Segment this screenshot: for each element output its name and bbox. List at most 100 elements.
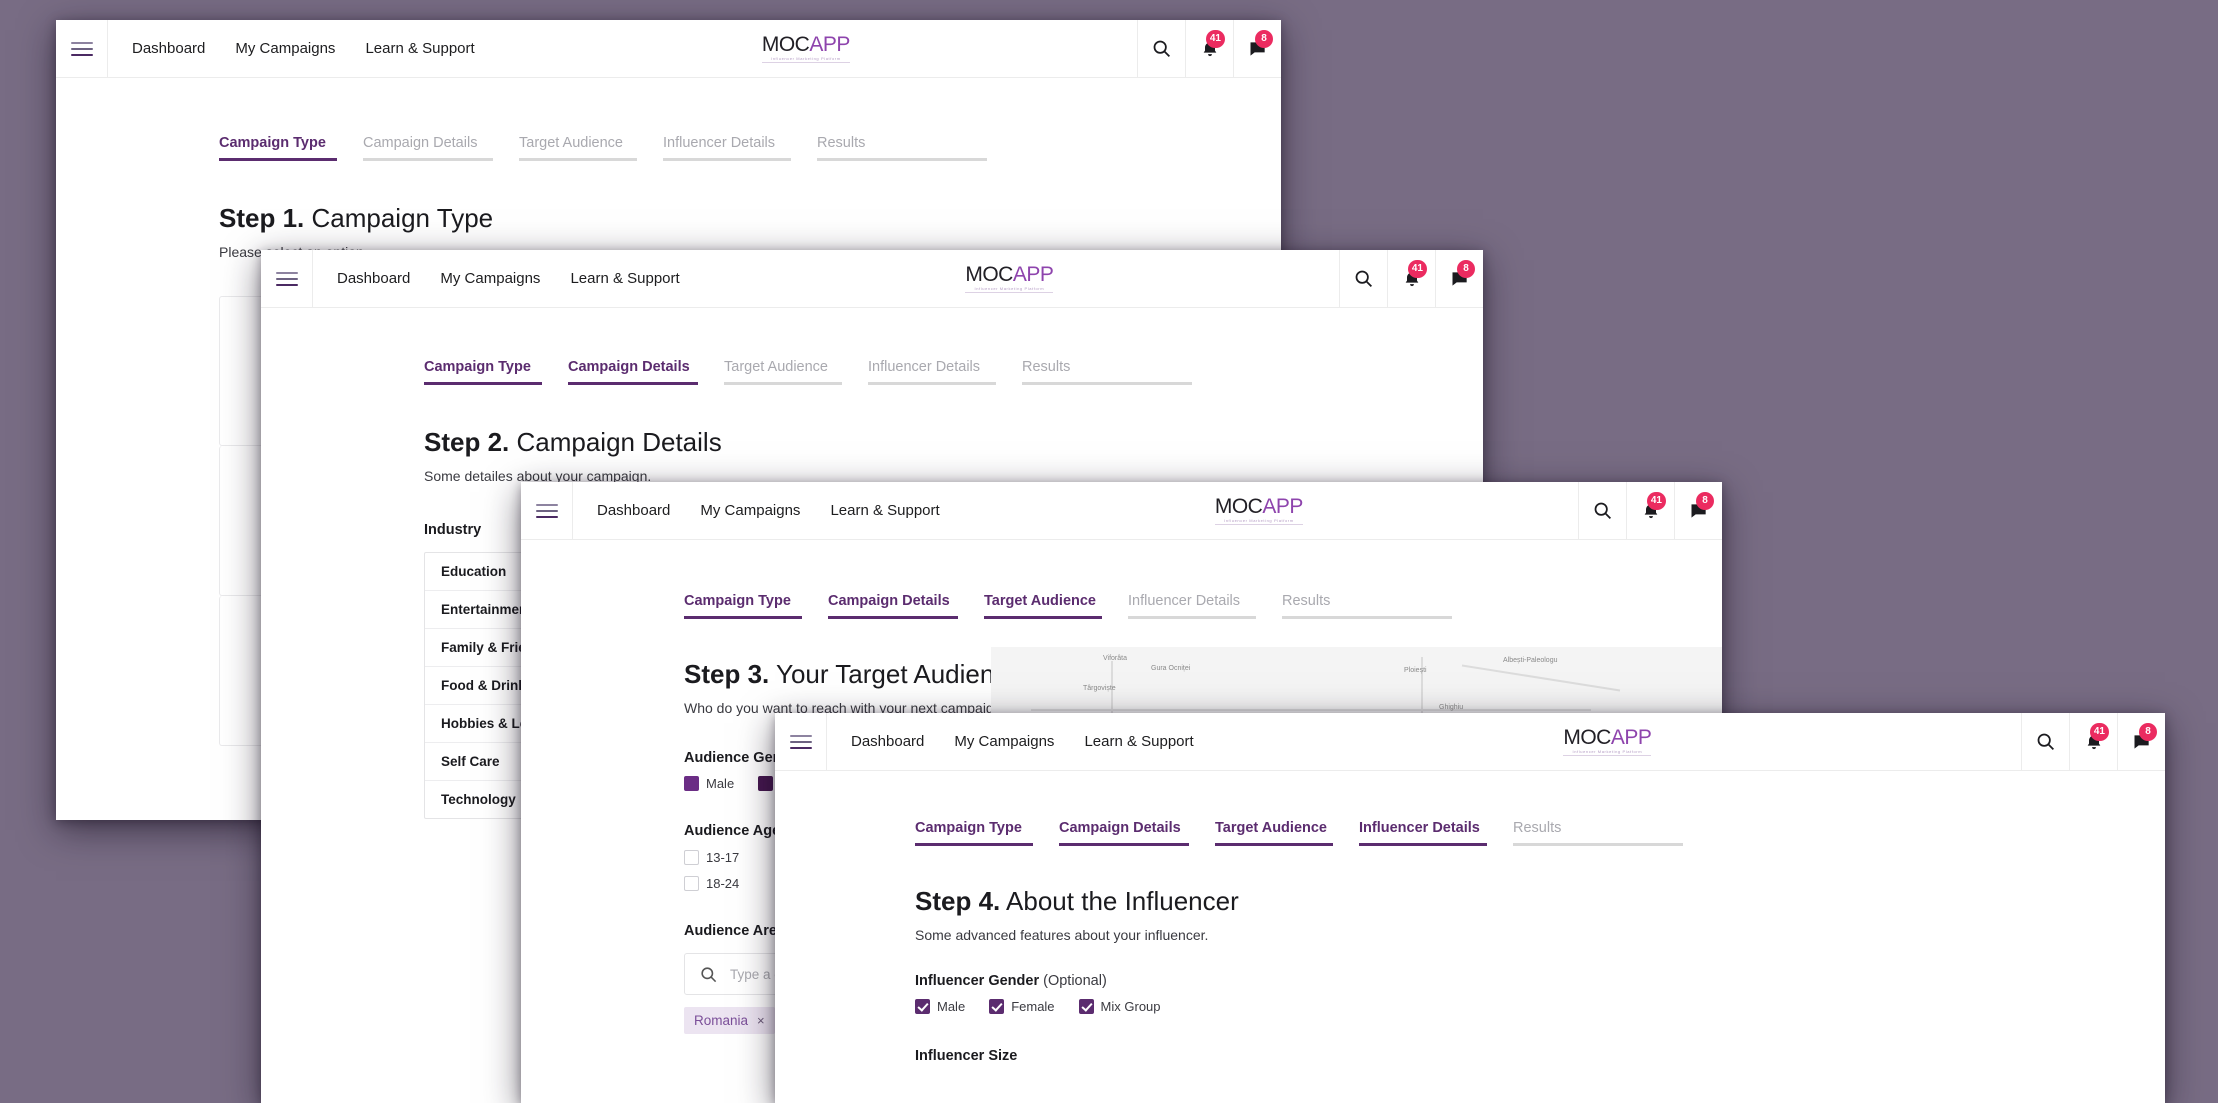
window-step-4[interactable]: Dashboard My Campaigns Learn & Support M… <box>775 713 2165 1103</box>
audience-area-chip-romania[interactable]: Romania × <box>684 1007 775 1034</box>
tab-target-audience[interactable]: Target Audience <box>1215 819 1333 846</box>
tab-results[interactable]: Results <box>1282 592 1452 619</box>
step-number: Step 1. <box>219 203 305 233</box>
hamburger-icon[interactable] <box>521 482 573 539</box>
nav-links: Dashboard My Campaigns Learn & Support <box>108 20 475 77</box>
step-title-text: About the Influencer <box>1006 886 1239 916</box>
tab-campaign-details[interactable]: Campaign Details <box>1059 819 1189 846</box>
tab-campaign-type[interactable]: Campaign Type <box>219 134 337 161</box>
checkbox-influencer-female[interactable]: Female <box>989 999 1055 1014</box>
map-label: Gura Ocniței <box>1151 665 1191 672</box>
checkbox-box <box>989 999 1005 1014</box>
brand-name-dark: MOC <box>1563 726 1611 749</box>
chat-icon[interactable]: 8 <box>2117 713 2165 770</box>
tab-influencer-details[interactable]: Influencer Details <box>1128 592 1256 619</box>
hamburger-icon[interactable] <box>56 20 108 77</box>
nav-link-my-campaigns[interactable]: My Campaigns <box>700 502 800 519</box>
nav-link-dashboard[interactable]: Dashboard <box>851 733 924 750</box>
hamburger-icon[interactable] <box>775 713 827 770</box>
chat-icon[interactable]: 8 <box>1233 20 1281 77</box>
tab-campaign-details[interactable]: Campaign Details <box>568 358 698 385</box>
checkbox-box <box>684 850 699 865</box>
bell-badge: 41 <box>1205 30 1225 48</box>
step-title-text: Campaign Type <box>311 203 494 233</box>
top-bar: Dashboard My Campaigns Learn & Support M… <box>56 20 1281 78</box>
tab-results[interactable]: Results <box>1022 358 1192 385</box>
step-number: Step 4. <box>915 886 1001 916</box>
tab-target-audience[interactable]: Target Audience <box>519 134 637 161</box>
tab-campaign-details[interactable]: Campaign Details <box>828 592 958 619</box>
chat-icon[interactable]: 8 <box>1674 482 1722 539</box>
tab-target-audience[interactable]: Target Audience <box>724 358 842 385</box>
nav-link-dashboard[interactable]: Dashboard <box>597 502 670 519</box>
brand-logo[interactable]: MOCAPP Influencer Marketing Platform <box>940 482 1578 539</box>
search-icon <box>701 966 717 982</box>
influencer-gender-label: Influencer Gender (Optional) <box>915 973 1107 989</box>
checkbox-box <box>758 776 774 791</box>
tab-campaign-type[interactable]: Campaign Type <box>424 358 542 385</box>
page-title: Step 4. About the Influencer <box>915 886 2165 917</box>
brand-name-accent: APP <box>1610 726 1652 749</box>
tab-campaign-type[interactable]: Campaign Type <box>684 592 802 619</box>
top-bar-icons: 41 8 <box>1137 20 1281 77</box>
brand-logo[interactable]: MOCAPP Influencer Marketing Platform <box>1194 713 2021 770</box>
tab-influencer-details[interactable]: Influencer Details <box>868 358 996 385</box>
search-icon[interactable] <box>1137 20 1185 77</box>
brand-logo[interactable]: MOCAPP Influencer Marketing Platform <box>475 20 1137 77</box>
chat-badge: 8 <box>1696 492 1714 510</box>
page-title: Step 2. Campaign Details <box>424 427 1483 458</box>
nav-links: Dashboard My Campaigns Learn & Support <box>827 713 1194 770</box>
nav-link-my-campaigns[interactable]: My Campaigns <box>440 270 540 287</box>
brand-logo[interactable]: MOCAPP Influencer Marketing Platform <box>680 250 1339 307</box>
tab-influencer-details[interactable]: Influencer Details <box>663 134 791 161</box>
map-label: Ploiești <box>1404 667 1427 674</box>
search-icon[interactable] <box>2021 713 2069 770</box>
checkbox-influencer-male[interactable]: Male <box>915 999 965 1014</box>
top-bar-icons: 41 8 <box>1578 482 1722 539</box>
map-label: Viforâta <box>1103 655 1127 662</box>
search-icon[interactable] <box>1578 482 1626 539</box>
stepper-tabs: Campaign Type Campaign Details Target Au… <box>684 592 1494 619</box>
tab-results[interactable]: Results <box>1513 819 1683 846</box>
chat-icon[interactable]: 8 <box>1435 250 1483 307</box>
stepper-tabs: Campaign Type Campaign Details Target Au… <box>915 819 1785 846</box>
nav-link-dashboard[interactable]: Dashboard <box>337 270 410 287</box>
step-title-text: Your Target Audience <box>776 659 1022 689</box>
nav-link-my-campaigns[interactable]: My Campaigns <box>954 733 1054 750</box>
brand-tagline: Influencer Marketing Platform <box>1214 519 1303 525</box>
step-title-text: Campaign Details <box>516 427 722 457</box>
tab-campaign-type[interactable]: Campaign Type <box>915 819 1033 846</box>
checkbox-box <box>684 776 699 791</box>
checkbox-box <box>915 999 930 1014</box>
influencer-gender-options: Male Female Mix Group <box>915 999 2165 1014</box>
bell-badge: 41 <box>1646 492 1666 510</box>
influencer-size-label: Influencer Size <box>915 1048 1018 1064</box>
bell-badge: 41 <box>1407 260 1427 278</box>
bell-icon[interactable]: 41 <box>1185 20 1233 77</box>
map-label: Târgoviște <box>1083 685 1116 692</box>
chat-badge: 8 <box>2139 723 2157 741</box>
tab-target-audience[interactable]: Target Audience <box>984 592 1102 619</box>
tab-results[interactable]: Results <box>817 134 987 161</box>
close-icon[interactable]: × <box>757 1013 765 1028</box>
checkbox-influencer-mix-group[interactable]: Mix Group <box>1078 999 1161 1014</box>
search-icon[interactable] <box>1339 250 1387 307</box>
nav-link-learn-support[interactable]: Learn & Support <box>570 270 679 287</box>
chat-badge: 8 <box>1457 260 1475 278</box>
bell-icon[interactable]: 41 <box>1626 482 1674 539</box>
nav-link-learn-support[interactable]: Learn & Support <box>365 40 474 57</box>
chip-label: Romania <box>694 1013 749 1028</box>
bell-icon[interactable]: 41 <box>2069 713 2117 770</box>
top-bar: Dashboard My Campaigns Learn & Support M… <box>261 250 1483 308</box>
bell-icon[interactable]: 41 <box>1387 250 1435 307</box>
checkbox-audience-male[interactable]: Male <box>684 776 734 791</box>
top-bar-icons: 41 8 <box>1339 250 1483 307</box>
hamburger-icon[interactable] <box>261 250 313 307</box>
nav-link-learn-support[interactable]: Learn & Support <box>1084 733 1193 750</box>
step-number: Step 2. <box>424 427 510 457</box>
nav-link-my-campaigns[interactable]: My Campaigns <box>235 40 335 57</box>
tab-campaign-details[interactable]: Campaign Details <box>363 134 493 161</box>
nav-link-learn-support[interactable]: Learn & Support <box>830 502 939 519</box>
nav-link-dashboard[interactable]: Dashboard <box>132 40 205 57</box>
tab-influencer-details[interactable]: Influencer Details <box>1359 819 1487 846</box>
